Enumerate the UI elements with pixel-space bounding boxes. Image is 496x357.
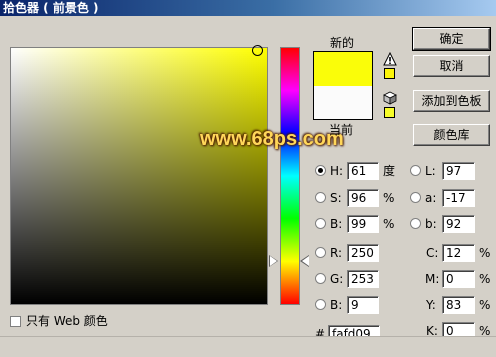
green-input[interactable]: 253: [347, 270, 379, 288]
green-label: G:: [330, 272, 344, 286]
brightness-radio[interactable]: [315, 218, 326, 229]
yellow-unit: %: [479, 298, 491, 312]
title-bar[interactable]: 拾色器 ( 前景色 ): [0, 0, 496, 16]
hue-slider-right-arrow[interactable]: [302, 256, 309, 266]
yellow-input[interactable]: 83: [442, 296, 475, 314]
lab-l-radio[interactable]: [410, 165, 421, 176]
magenta-unit: %: [479, 272, 491, 286]
saturation-unit: %: [383, 191, 395, 205]
hue-slider-left-arrow[interactable]: [270, 256, 277, 266]
window-title: 拾色器 ( 前景色 ): [3, 1, 99, 15]
red-input[interactable]: 250: [347, 244, 379, 262]
lab-b-radio[interactable]: [410, 218, 421, 229]
color-field-cursor[interactable]: [252, 45, 263, 56]
watermark: www.68ps.com: [200, 128, 344, 150]
blue-radio[interactable]: [315, 299, 326, 310]
lab-l-label: L:: [425, 164, 436, 178]
color-preview-swatch: [313, 51, 373, 120]
saturation-radio[interactable]: [315, 192, 326, 203]
color-field[interactable]: [10, 47, 268, 305]
web-safe-correction-swatch[interactable]: [384, 107, 395, 118]
color-libraries-button[interactable]: 颜色库: [413, 124, 490, 146]
blue-input[interactable]: 9: [347, 296, 379, 314]
hue-slider[interactable]: [280, 47, 300, 305]
magenta-label: M:: [425, 272, 440, 286]
saturation-input[interactable]: 96: [347, 189, 379, 207]
current-color-swatch[interactable]: [314, 86, 372, 119]
blue-label: B:: [330, 298, 343, 312]
hue-radio[interactable]: [315, 165, 326, 176]
red-radio[interactable]: [315, 247, 326, 258]
gamut-correction-swatch[interactable]: [384, 68, 395, 79]
lab-l-input[interactable]: 97: [442, 162, 475, 180]
saturation-label: S:: [330, 191, 342, 205]
red-label: R:: [330, 246, 343, 260]
lab-b-input[interactable]: 92: [442, 215, 475, 233]
cube-icon[interactable]: [383, 91, 397, 105]
bottom-strip: [0, 336, 496, 357]
hue-unit: 度: [383, 164, 396, 178]
brightness-label: B:: [330, 217, 343, 231]
cyan-label: C:: [426, 246, 439, 260]
yellow-label: Y:: [426, 298, 436, 312]
cyan-unit: %: [479, 246, 491, 260]
ok-button[interactable]: 确定: [412, 27, 491, 51]
lab-a-label: a:: [425, 191, 437, 205]
cyan-input[interactable]: 12: [442, 244, 475, 262]
hue-input[interactable]: 61: [347, 162, 379, 180]
current-color-label: 当前: [329, 123, 354, 137]
web-colors-only-checkbox[interactable]: [10, 316, 21, 327]
brightness-input[interactable]: 99: [347, 215, 379, 233]
hue-label: H:: [330, 164, 344, 178]
new-color-swatch: [314, 52, 372, 86]
brightness-unit: %: [383, 217, 395, 231]
magenta-input[interactable]: 0: [442, 270, 475, 288]
warning-triangle-icon[interactable]: [383, 52, 397, 66]
lab-a-radio[interactable]: [410, 192, 421, 203]
green-radio[interactable]: [315, 273, 326, 284]
lab-b-label: b:: [425, 217, 437, 231]
web-colors-only-label[interactable]: 只有 Web 颜色: [26, 314, 108, 328]
cancel-button[interactable]: 取消: [413, 55, 490, 77]
new-color-label: 新的: [330, 36, 355, 50]
lab-a-input[interactable]: -17: [442, 189, 475, 207]
add-to-swatches-button[interactable]: 添加到色板: [413, 90, 490, 112]
